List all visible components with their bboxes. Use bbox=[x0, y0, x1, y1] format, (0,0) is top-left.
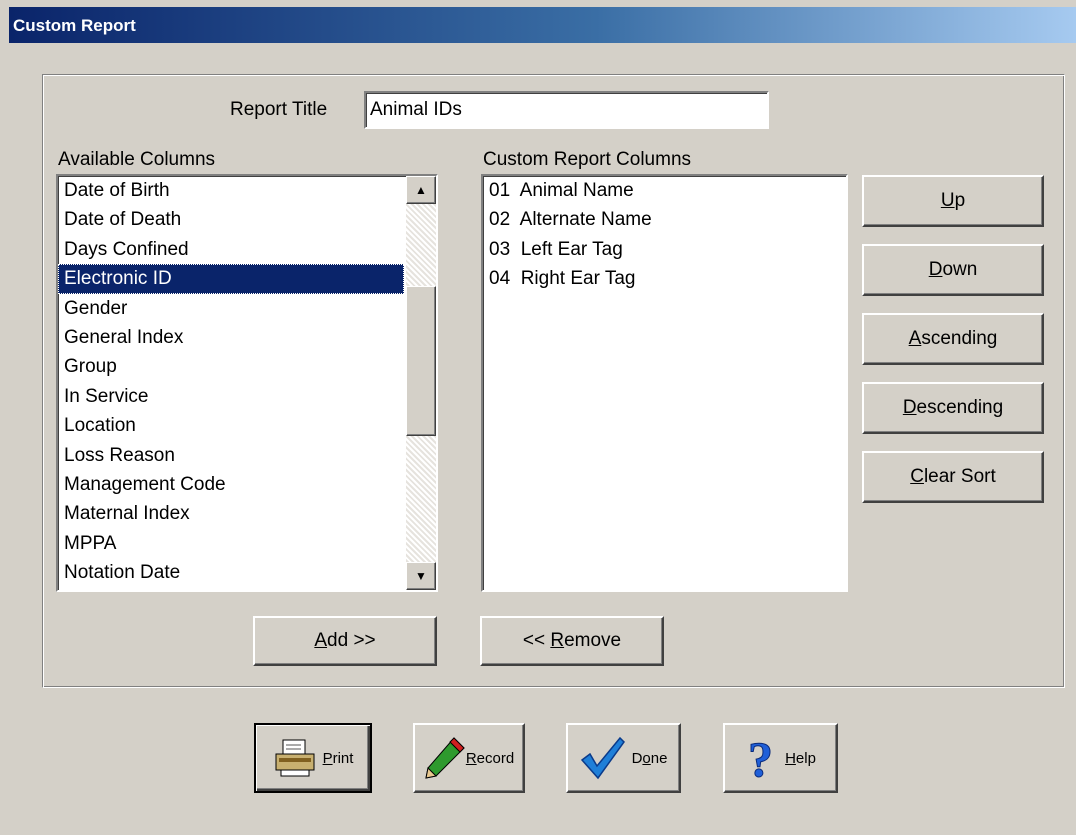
available-item[interactable]: Loss Reason bbox=[58, 441, 404, 470]
remove-prefix: << bbox=[522, 630, 551, 651]
add-hotkey: A bbox=[314, 630, 328, 651]
available-item[interactable]: Location bbox=[58, 411, 404, 440]
add-button[interactable]: Add >> bbox=[253, 616, 437, 666]
scroll-up-button[interactable]: ▲ bbox=[406, 176, 436, 204]
done-label-end: ne bbox=[650, 749, 668, 767]
done-button[interactable]: Done bbox=[566, 723, 681, 793]
available-item[interactable]: Maternal Index bbox=[58, 499, 404, 528]
record-hotkey: R bbox=[465, 749, 477, 767]
help-button[interactable]: ? Help bbox=[723, 723, 838, 793]
printer-icon bbox=[275, 739, 315, 777]
done-label-start: D bbox=[631, 749, 643, 767]
custom-item[interactable]: 04 Right Ear Tag bbox=[483, 264, 846, 293]
up-button[interactable]: Up bbox=[862, 175, 1044, 227]
down-button[interactable]: Down bbox=[862, 244, 1044, 296]
custom-report-columns-label: Custom Report Columns bbox=[483, 149, 692, 170]
available-item[interactable]: In Service bbox=[58, 382, 404, 411]
clear-sort-button[interactable]: Clear Sort bbox=[862, 451, 1044, 503]
scroll-down-arrow-icon: ▼ bbox=[415, 569, 427, 583]
custom-items: 01 Animal Name 02 Alternate Name 03 Left E… bbox=[483, 176, 846, 294]
scroll-thumb[interactable] bbox=[406, 286, 436, 436]
available-item[interactable]: Days Confined bbox=[58, 235, 404, 264]
available-item-selected[interactable]: Electronic ID bbox=[58, 264, 404, 294]
available-items: Date of Birth Date of Death Days Confined E… bbox=[58, 176, 436, 587]
available-item[interactable]: Management Code bbox=[58, 470, 404, 499]
title-bar: Custom Report bbox=[9, 7, 1076, 43]
print-button[interactable]: Print bbox=[254, 723, 372, 793]
custom-item[interactable]: 02 Alternate Name bbox=[483, 205, 846, 234]
down-hotkey: D bbox=[928, 259, 943, 280]
ascending-button[interactable]: Ascending bbox=[862, 313, 1044, 365]
up-hotkey: U bbox=[940, 190, 955, 211]
ascending-label: scending bbox=[921, 328, 998, 349]
down-label: own bbox=[942, 259, 978, 280]
record-button[interactable]: Record bbox=[413, 723, 525, 793]
scroll-up-arrow-icon: ▲ bbox=[415, 183, 427, 197]
add-label: dd >> bbox=[327, 630, 376, 651]
available-item[interactable]: Date of Death bbox=[58, 205, 404, 234]
custom-item[interactable]: 03 Left Ear Tag bbox=[483, 235, 846, 264]
remove-label: emove bbox=[564, 630, 622, 651]
up-label: p bbox=[954, 190, 966, 211]
ascending-hotkey: A bbox=[908, 328, 922, 349]
report-title-label: Report Title bbox=[230, 99, 328, 120]
available-item[interactable]: Notation Date bbox=[58, 558, 404, 587]
descending-hotkey: D bbox=[902, 397, 917, 418]
report-title-input[interactable]: Animal IDs bbox=[364, 91, 769, 129]
checkmark-icon bbox=[580, 736, 625, 780]
question-icon: ? bbox=[748, 734, 774, 782]
svg-text:?: ? bbox=[748, 734, 773, 782]
done-hotkey: o bbox=[642, 749, 651, 767]
descending-label: escending bbox=[916, 397, 1004, 418]
help-label: elp bbox=[795, 749, 816, 767]
remove-button[interactable]: << Remove bbox=[480, 616, 664, 666]
pencil-icon bbox=[425, 737, 465, 779]
available-item[interactable]: General Index bbox=[58, 323, 404, 352]
available-item[interactable]: Gender bbox=[58, 294, 404, 323]
available-item[interactable]: Date of Birth bbox=[58, 176, 404, 205]
clear-sort-hotkey: C bbox=[910, 466, 924, 487]
remove-hotkey: R bbox=[550, 630, 565, 651]
vertical-scrollbar[interactable]: ▲ ▼ bbox=[406, 176, 436, 590]
print-label: rint bbox=[332, 749, 354, 767]
available-item[interactable]: MPPA bbox=[58, 529, 404, 558]
record-label: ecord bbox=[476, 749, 515, 767]
available-columns-label: Available Columns bbox=[58, 149, 216, 170]
available-item[interactable]: Group bbox=[58, 352, 404, 381]
help-hotkey: H bbox=[785, 749, 796, 767]
custom-report-columns-list[interactable]: 01 Animal Name 02 Alternate Name 03 Left E… bbox=[481, 174, 848, 592]
available-columns-list[interactable]: Date of Birth Date of Death Days Confined E… bbox=[56, 174, 438, 592]
scroll-down-button[interactable]: ▼ bbox=[406, 562, 436, 590]
custom-item[interactable]: 01 Animal Name bbox=[483, 176, 846, 205]
window-title: Custom Report bbox=[13, 16, 136, 35]
print-hotkey: P bbox=[322, 749, 333, 767]
descending-button[interactable]: Descending bbox=[862, 382, 1044, 434]
clear-sort-label: lear Sort bbox=[923, 466, 996, 487]
